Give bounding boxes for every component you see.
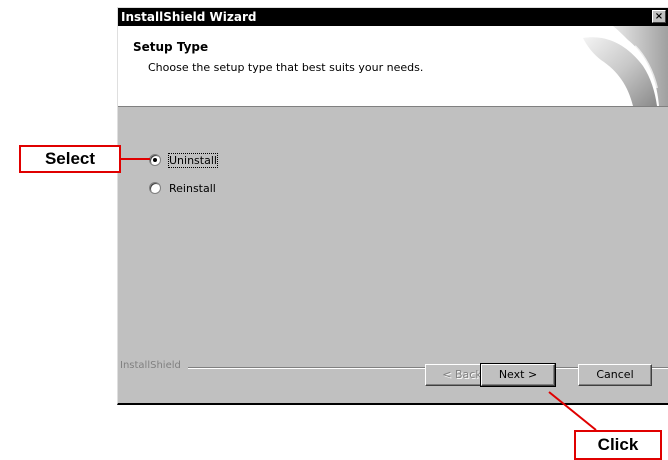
title-bar[interactable]: InstallShield Wizard ×: [118, 8, 668, 26]
installshield-wizard-window: InstallShield Wizard × Setup Type Choose…: [117, 7, 668, 405]
option-uninstall[interactable]: Uninstall: [149, 152, 218, 168]
next-button[interactable]: Next >: [480, 363, 556, 387]
wizard-graphic-icon: [583, 26, 668, 106]
brand-label: InstallShield: [120, 360, 181, 371]
uninstall-label[interactable]: Uninstall: [168, 152, 218, 168]
header-panel: Setup Type Choose the setup type that be…: [118, 26, 668, 107]
page-subtitle: Choose the setup type that best suits yo…: [148, 61, 424, 74]
close-icon: ×: [654, 11, 664, 22]
reinstall-label[interactable]: Reinstall: [169, 182, 216, 195]
uninstall-radio[interactable]: [149, 154, 161, 166]
cancel-button[interactable]: Cancel: [578, 364, 652, 386]
select-callout: Select: [19, 145, 121, 173]
reinstall-radio[interactable]: [149, 182, 161, 194]
window-title: InstallShield Wizard: [121, 10, 257, 24]
option-reinstall[interactable]: Reinstall: [149, 181, 216, 195]
page-title: Setup Type: [133, 40, 209, 54]
click-callout: Click: [574, 430, 662, 460]
close-button[interactable]: ×: [652, 10, 666, 23]
